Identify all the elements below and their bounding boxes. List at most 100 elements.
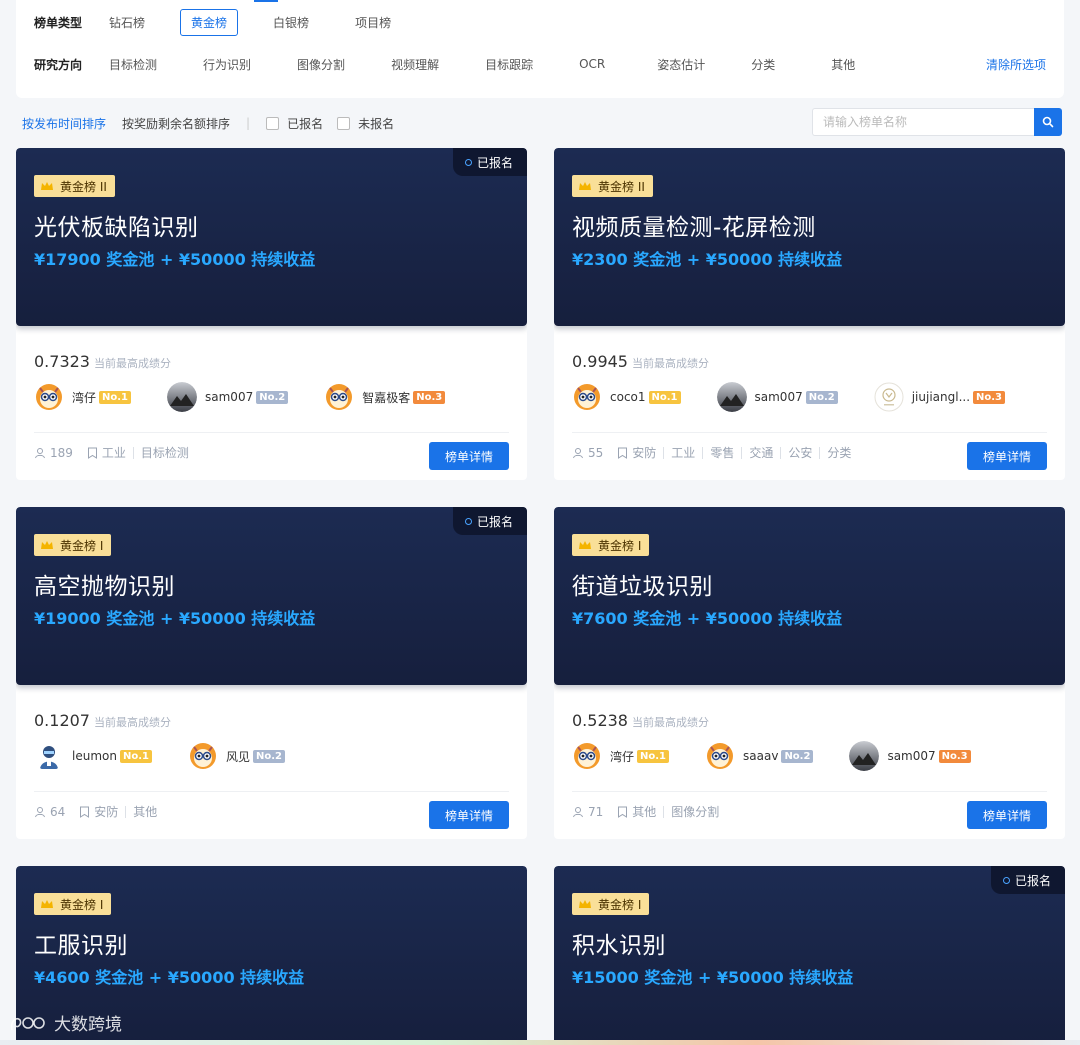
card-meta: 64 安防 其他 [34,805,164,819]
card-banner: 黄金榜 I 街道垃圾识别 ¥7600 奖金池 + ¥50000 持续收益 [554,507,1065,685]
tier-badge: 黄金榜 I [34,893,112,915]
leaderboard-detail-button[interactable]: 榜单详情 [429,442,509,470]
direction-chip[interactable]: 姿态估计 [646,51,716,78]
enrolled-tag-label: 已报名 [1014,873,1051,888]
checkbox-box[interactable] [266,116,280,130]
direction-chip[interactable]: 其他 [820,51,866,78]
sort-bar: 按发布时间排序 按奖励剩余名额排序 | 已报名 未报名 [22,108,1062,138]
enrolled-checkbox[interactable]: 已报名 [266,115,323,132]
card-divider [34,432,509,433]
rank-username: 湾仔 [72,390,97,405]
card-meta: 71 其他 图像分割 [572,805,726,819]
rank-item[interactable]: sam007 No.2 [716,382,838,412]
tag-icon [87,447,97,459]
direction-chip[interactable]: 图像分割 [286,51,356,78]
rank-badge-no1: No.1 [99,390,132,404]
top-score: 0.5238 [572,711,628,730]
prize-pool: ¥7600 奖金池 + ¥50000 持续收益 [572,609,843,628]
rank-username: 湾仔 [610,749,635,764]
rank-item[interactable]: 湾仔 No.1 [34,382,132,412]
photo-avatar [849,741,880,771]
crown-icon [41,541,53,549]
rank-username: saaav [743,749,779,763]
direction-chip[interactable]: 行为识别 [192,51,262,78]
rank-username: sam007 [887,749,936,763]
direction-chip[interactable]: 分类 [740,51,786,78]
rank-item[interactable]: 湾仔 No.1 [572,741,670,771]
tag-list: 安防 工业 零售 交通 公安 分类 [628,447,858,459]
rank-item[interactable]: leumon No.1 [34,741,152,771]
direction-chip[interactable]: 目标检测 [98,51,168,78]
leaderboard-card[interactable]: 黄金榜 I 街道垃圾识别 ¥7600 奖金池 + ¥50000 持续收益 0.5… [554,507,1065,839]
search-button[interactable] [1034,108,1062,136]
industry-tag: 公安 [780,447,819,459]
tag-icon [618,806,628,818]
leaderboard-detail-button[interactable]: 榜单详情 [967,801,1047,829]
crown-icon [579,900,591,908]
watermark: 大数跨境 [8,1010,122,1035]
type-chip-diamond[interactable]: 钻石榜 [98,9,156,36]
leaderboard-detail-button[interactable]: 榜单详情 [967,442,1047,470]
industry-tag: 安防 [94,805,119,819]
sort-by-time[interactable]: 按发布时间排序 [22,115,106,132]
rank-item[interactable]: 智嘉极客 No.3 [324,382,446,412]
enrolled-tag: 已报名 [452,148,527,176]
rank-item[interactable]: 风见 No.2 [188,741,285,771]
tier-badge: 黄金榜 I [572,893,650,915]
enrolled-tag-label: 已报名 [476,514,513,529]
not-enrolled-checkbox[interactable]: 未报名 [337,115,394,132]
industry-tag: 其他 [125,806,164,818]
checkbox-box[interactable] [337,116,351,130]
rank-username: sam007 [205,390,254,404]
photo-avatar [167,382,198,412]
search-box [812,108,1062,136]
watermark-text: 大数跨境 [54,1015,122,1035]
tag-list: 安防 其他 [90,806,164,818]
rank-item[interactable]: jiujiangl... No.3 [874,382,1006,412]
leaderboard-card[interactable]: 黄金榜 I 已报名 积水识别 ¥15000 奖金池 + ¥50000 持续收益 [554,866,1065,1045]
tier-badge: 黄金榜 I [572,534,650,556]
rank-item[interactable]: coco1 No.1 [572,382,681,412]
crown-icon [41,900,53,908]
rank-item[interactable]: saaav No.2 [705,741,814,771]
search-input[interactable] [812,108,1034,136]
user-icon [573,448,583,459]
card-meta: 189 工业 目标检测 [34,446,196,460]
rank-item[interactable]: sam007 No.2 [167,382,289,412]
rank-list: leumon No.1 风见 No.2 [34,741,321,771]
watermark-logo-icon [10,1016,45,1030]
rank-badge-no3: No.3 [938,749,971,763]
leaderboard-detail-button[interactable]: 榜单详情 [429,801,509,829]
card-banner: 黄金榜 I 已报名 高空抛物识别 ¥19000 奖金池 + ¥50000 持续收… [16,507,527,685]
enrolled-tag-label: 已报名 [476,155,513,170]
direction-chip[interactable]: 视频理解 [380,51,450,78]
enrolled-dot-icon [464,158,472,166]
participant-count: 64 [34,805,65,819]
type-chip-silver[interactable]: 白银榜 [262,9,320,36]
sort-by-remaining[interactable]: 按奖励剩余名额排序 [122,115,230,132]
direction-chip[interactable]: OCR [568,52,616,76]
industry-tag: 零售 [702,447,741,459]
card-divider [572,432,1047,433]
rank-item[interactable]: sam007 No.3 [849,741,971,771]
rank-username: 智嘉极客 [362,390,411,405]
leaderboard-card[interactable]: 黄金榜 I 已报名 高空抛物识别 ¥19000 奖金池 + ¥50000 持续收… [16,507,527,839]
rank-username: sam007 [754,390,803,404]
type-chip-project[interactable]: 项目榜 [344,9,402,36]
search-icon [1042,116,1054,128]
clear-selection-link[interactable]: 清除所选项 [986,56,1046,73]
crown-icon [579,541,591,549]
score-label: 当前最高成绩分 [93,357,171,370]
bottom-strip [0,1040,1080,1045]
sort-separator: | [246,116,251,130]
direction-chip[interactable]: 目标跟踪 [474,51,544,78]
top-score: 0.1207 [34,711,90,730]
tiger-avatar [188,741,218,771]
type-chip-gold[interactable]: 黄金榜 [180,8,239,36]
industry-tag: 交通 [741,447,780,459]
card-title: 光伏板缺陷识别 [34,215,199,241]
leaderboard-card[interactable]: 黄金榜 II 已报名 光伏板缺陷识别 ¥17900 奖金池 + ¥50000 持… [16,148,527,480]
user-icon [35,807,45,818]
leaderboard-card[interactable]: 黄金榜 II 视频质量检测-花屏检测 ¥2300 奖金池 + ¥50000 持续… [554,148,1065,480]
active-tab-indicator [254,0,278,2]
